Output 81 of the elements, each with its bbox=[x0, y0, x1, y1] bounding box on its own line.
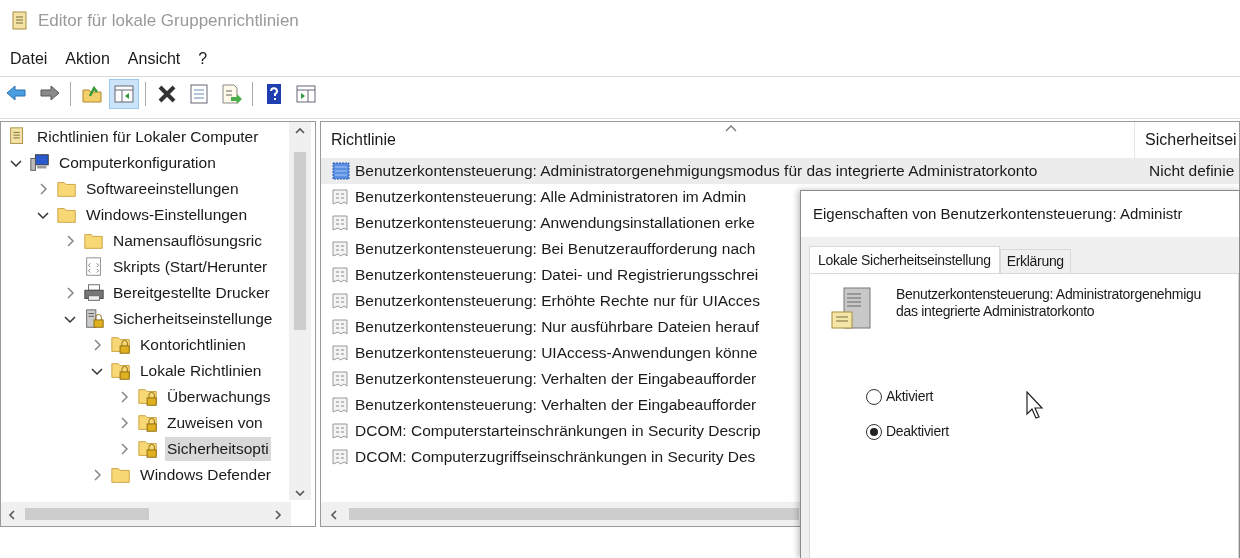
locked-folder-icon bbox=[110, 360, 132, 382]
policy-icon bbox=[331, 291, 351, 311]
table-cell-text: Benutzerkontensteuerung: Administratorgenehmigungsmodus für das integrierte Administratorkonto bbox=[355, 161, 1039, 182]
table-cell-text: DCOM: Computerstarteinschränkungen in Security Descrip bbox=[355, 421, 761, 442]
locked-folder-icon bbox=[137, 438, 159, 460]
policy-icon bbox=[331, 265, 351, 285]
table-cell-text: Benutzerkontensteuerung: Datei- und Registrierungsschrei bbox=[355, 265, 759, 286]
policy-icon bbox=[331, 447, 351, 467]
scroll-down-icon[interactable] bbox=[294, 488, 306, 498]
radio-option[interactable]: Aktiviert bbox=[866, 386, 1238, 407]
sort-caret-icon bbox=[725, 124, 737, 132]
table-cell-text: Benutzerkontensteuerung: Verhalten der Eingabeaufforder bbox=[355, 369, 757, 390]
printer-icon bbox=[83, 282, 105, 304]
policy-icon bbox=[331, 343, 351, 363]
scroll-right-icon[interactable] bbox=[273, 509, 283, 521]
policy-icon bbox=[331, 395, 351, 415]
tree-item[interactable]: Computerkonfiguration bbox=[57, 151, 218, 175]
computer-icon bbox=[29, 152, 51, 174]
export-list-icon bbox=[219, 81, 243, 106]
policy-icon bbox=[331, 187, 351, 207]
table-cell-text: Benutzerkontensteuerung: Alle Administratoren im Admin bbox=[355, 187, 747, 208]
policy-icon bbox=[331, 317, 351, 337]
tree-item[interactable]: Kontorichtlinien bbox=[138, 333, 248, 357]
server-lock-icon bbox=[83, 308, 105, 330]
tree-item[interactable]: Sicherheitsopti bbox=[165, 437, 271, 461]
radio-button[interactable] bbox=[866, 388, 882, 405]
table-row[interactable]: DCOM: Computerzugriffseinschränkungen in Security Des bbox=[321, 444, 1239, 470]
policy-icon bbox=[331, 421, 351, 441]
locked-folder-icon bbox=[137, 386, 159, 408]
policy-icon bbox=[331, 369, 351, 389]
tree-item[interactable]: Richtlinien für Lokaler Computer bbox=[35, 125, 261, 149]
tree-item[interactable]: Skripts (Start/Herunter bbox=[111, 255, 270, 279]
tree-item[interactable]: Überwachungs bbox=[165, 385, 273, 409]
table-cell-text: Benutzerkontensteuerung: UIAccess-Anwendungen könne bbox=[355, 343, 758, 364]
tree-item[interactable]: Zuweisen von bbox=[165, 411, 265, 435]
tree-item[interactable]: Sicherheitseinstellunge bbox=[111, 307, 275, 331]
table-cell-text: DCOM: Computerzugriffseinschränkungen in Security Des bbox=[355, 447, 756, 468]
mouse-cursor-icon bbox=[1026, 391, 1044, 419]
horizontal-scrollbar[interactable] bbox=[1, 502, 291, 526]
policy-icon bbox=[331, 239, 351, 259]
table-cell-text: Benutzerkontensteuerung: Erhöhte Rechte nur für UIAcces bbox=[355, 291, 760, 312]
scroll-left-icon[interactable] bbox=[7, 509, 17, 521]
server-icon bbox=[830, 286, 874, 332]
scroll-up-icon[interactable] bbox=[294, 126, 306, 136]
table-cell-text: Benutzerkontensteuerung: Anwendungsinstallationen erke bbox=[355, 213, 755, 234]
scroll-left-icon[interactable] bbox=[329, 509, 339, 521]
scroll-thumb[interactable] bbox=[294, 152, 306, 330]
window-title: Editor für lokale Gruppenrichtlinien bbox=[38, 10, 299, 33]
scroll-thumb[interactable] bbox=[25, 508, 149, 520]
column-header[interactable]: Sicherheitsei bbox=[1135, 122, 1239, 158]
radio-option[interactable]: Deaktiviert bbox=[866, 421, 1238, 442]
properties-icon bbox=[187, 81, 211, 106]
policy-icon bbox=[331, 213, 351, 233]
table-cell-text: Benutzerkontensteuerung: Verhalten der Eingabeaufforder bbox=[355, 395, 757, 416]
radio-button[interactable] bbox=[866, 423, 882, 440]
tree-item[interactable]: Lokale Richtlinien bbox=[138, 359, 264, 383]
vertical-scrollbar[interactable] bbox=[289, 122, 311, 500]
table-row[interactable]: Benutzerkontensteuerung: UIAccess-Anwendungen könne bbox=[321, 340, 1239, 366]
menu-item[interactable]: Ansicht bbox=[121, 43, 187, 75]
menu-item[interactable]: Aktion bbox=[59, 43, 116, 75]
scroll-thumb[interactable] bbox=[349, 508, 799, 520]
tree-item[interactable]: Bereitgestellte Drucker bbox=[111, 281, 272, 305]
dialog-tab[interactable]: Erklärung bbox=[999, 249, 1071, 273]
tree-item[interactable]: Windows-Einstellungen bbox=[84, 203, 250, 227]
tree-item[interactable]: Namensauflösungsric bbox=[111, 229, 265, 253]
policy-description: Benutzerkontensteuerung: Administratorgenehmigu das integrierte Administratorkonto bbox=[896, 286, 1201, 321]
policy-icon bbox=[331, 161, 351, 181]
tree-item[interactable]: Windows Defender bbox=[138, 463, 273, 487]
table-row[interactable]: Benutzerkontensteuerung: Administratorgenehmigungsmodus für das integrierte Administratorkonto Nicht definie bbox=[321, 158, 1239, 184]
dialog-title: Eigenschaften von Benutzerkontensteuerung: Administr bbox=[813, 203, 1183, 224]
menu-item[interactable]: Datei bbox=[4, 43, 54, 75]
table-cell-text: Nicht definie bbox=[1148, 161, 1235, 182]
scroll-icon bbox=[10, 10, 30, 32]
horizontal-scrollbar[interactable] bbox=[321, 502, 801, 526]
dialog-tab[interactable]: Lokale Sicherheitseinstellung bbox=[809, 246, 1000, 274]
menu-item[interactable]: ? bbox=[192, 43, 214, 75]
table-cell-text: Benutzerkontensteuerung: Bei Benutzeraufforderung nach bbox=[355, 239, 756, 260]
locked-folder-icon bbox=[137, 412, 159, 434]
tree-item[interactable]: Softwareeinstellungen bbox=[84, 177, 241, 201]
table-cell-text: Benutzerkontensteuerung: Nur ausführbare Dateien herauf bbox=[355, 317, 760, 338]
locked-folder-icon bbox=[110, 334, 132, 356]
